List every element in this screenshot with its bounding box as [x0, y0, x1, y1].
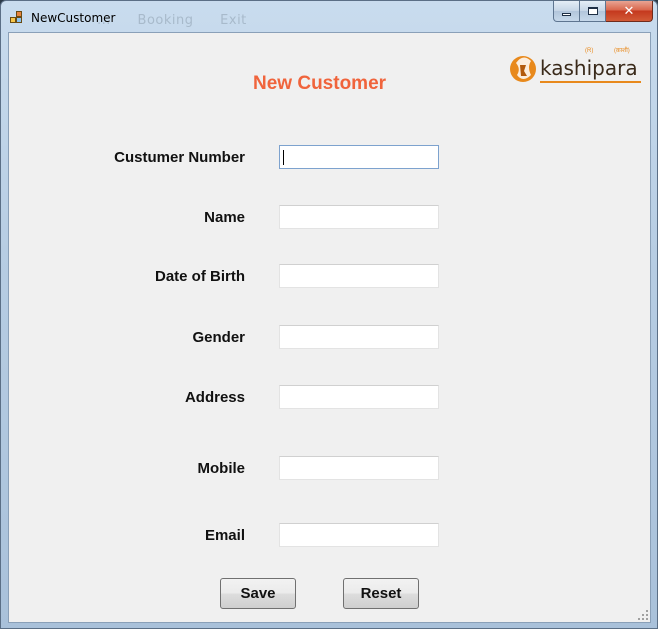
gender-label: Gender [192, 329, 245, 346]
name-label: Name [204, 209, 245, 226]
app-window: NewCustomer ... Booking Exit ✕ New Custo… [0, 0, 658, 629]
save-button[interactable]: Save [220, 578, 296, 609]
form-client-area: New Customer (R) (क़ाशी) kashipara Custu… [8, 32, 651, 623]
close-button[interactable]: ✕ [606, 1, 653, 22]
kashipara-logo: (R) (क़ाशी) kashipara [510, 46, 641, 83]
mobile-label: Mobile [197, 460, 246, 477]
email-label: Email [204, 527, 245, 544]
date-of-birth-label: Date of Birth [155, 268, 245, 285]
background-menu-ghost: ... Booking Exit [97, 13, 247, 28]
maximize-button[interactable] [580, 1, 606, 22]
logo-brand-text: kashipara [540, 56, 638, 80]
minimize-button[interactable] [553, 1, 580, 22]
customer-number-field[interactable] [279, 145, 439, 169]
app-icon [10, 11, 24, 25]
email-field[interactable] [279, 523, 439, 547]
address-label: Address [184, 389, 245, 406]
mobile-field[interactable] [279, 456, 439, 480]
gender-field[interactable] [279, 325, 439, 349]
maximize-icon [587, 7, 598, 15]
close-icon: ✕ [623, 3, 635, 19]
name-field[interactable] [279, 205, 439, 229]
title-bar[interactable]: NewCustomer ... Booking Exit ✕ [1, 1, 657, 33]
page-title: New Customer [253, 73, 387, 94]
customer-number-label: Custumer Number [114, 149, 245, 166]
minimize-icon [562, 13, 571, 16]
reset-button[interactable]: Reset [343, 578, 419, 609]
svg-text:(क़ाशी): (क़ाशी) [614, 46, 630, 54]
resize-grip[interactable] [638, 610, 648, 620]
svg-text:(R): (R) [585, 48, 593, 54]
date-of-birth-field[interactable] [279, 264, 439, 288]
address-field[interactable] [279, 385, 439, 409]
text-caret [283, 150, 284, 165]
